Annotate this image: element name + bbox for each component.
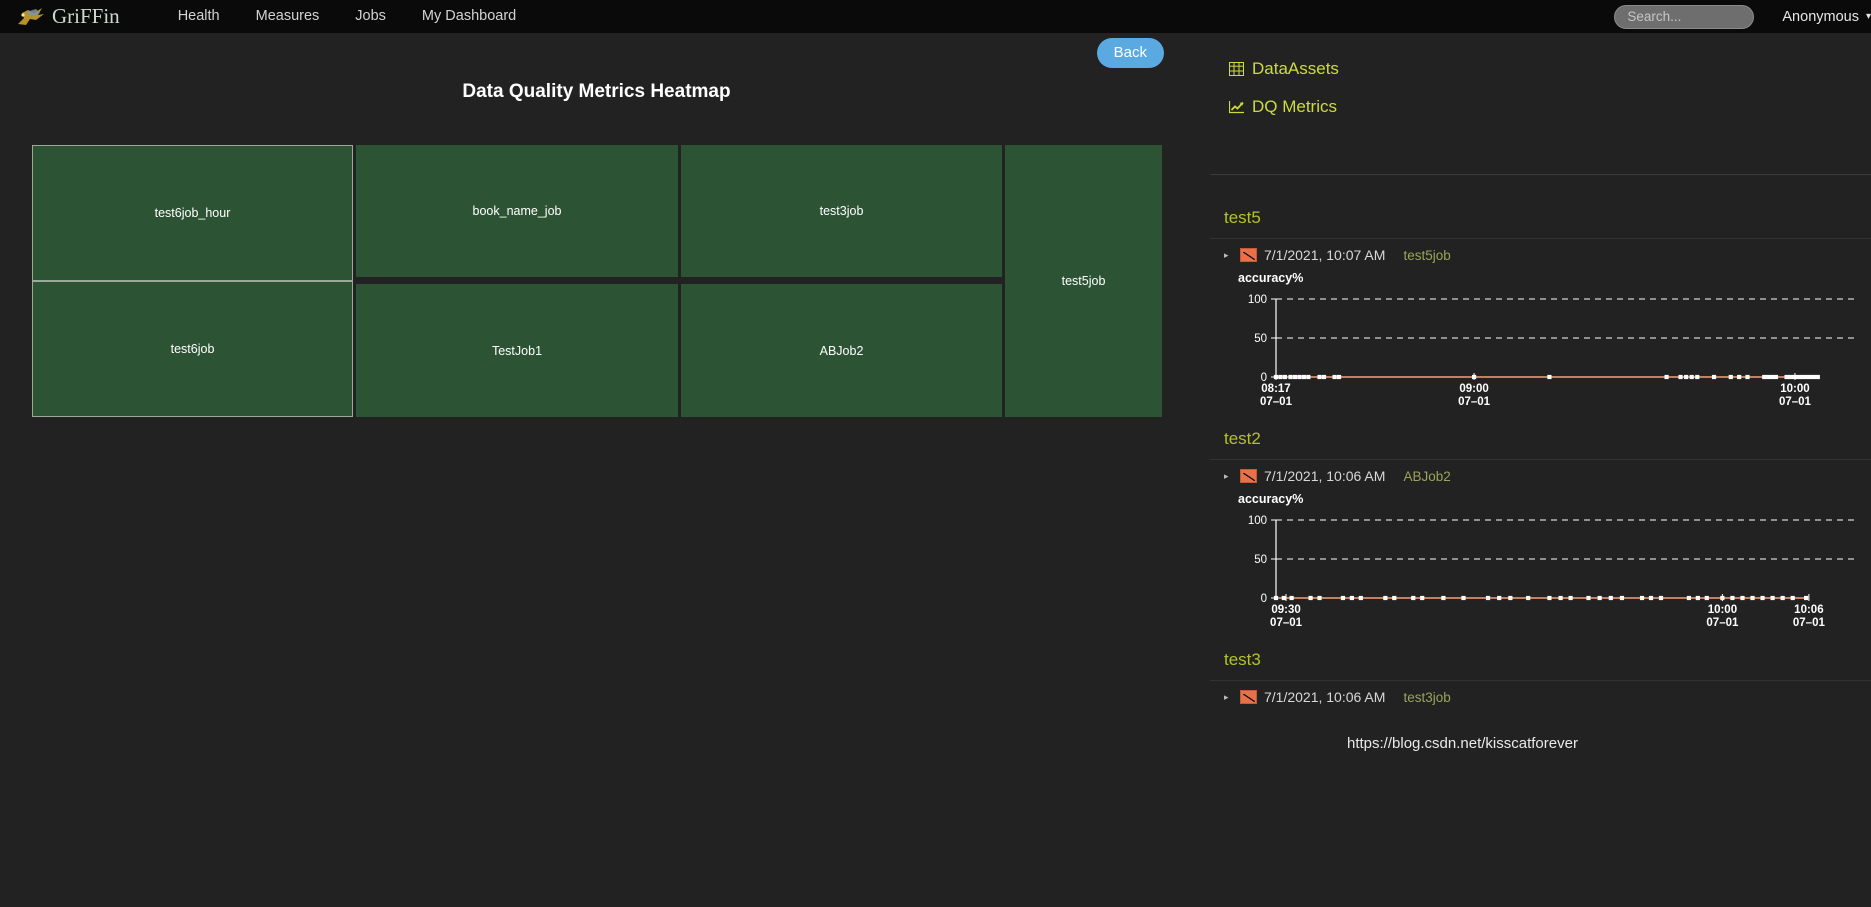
heatmap-tile[interactable]: ABJob2 <box>681 284 1002 417</box>
metric-job-name: ABJob2 <box>1403 468 1451 484</box>
svg-text:07–01: 07–01 <box>1260 396 1293 408</box>
metric-timestamp: 7/1/2021, 10:07 AM <box>1264 247 1386 263</box>
sidebar-item-label: DataAssets <box>1252 59 1339 78</box>
metric-timestamp: 7/1/2021, 10:06 AM <box>1264 468 1386 484</box>
table-grid-icon <box>1228 61 1245 78</box>
heatmap-tile-label: book_name_job <box>472 204 562 218</box>
search-input[interactable] <box>1614 4 1755 29</box>
chart-thumb-icon <box>1240 248 1257 262</box>
navbar-right: Anonymous ▾ <box>1614 0 1871 33</box>
metric-entry-row[interactable]: ▸ 7/1/2021, 10:06 AM test3job <box>1210 681 1871 709</box>
heatmap-tile-label: ABJob2 <box>819 343 864 358</box>
svg-text:07–01: 07–01 <box>1458 396 1491 408</box>
sidebar-item-dq-metrics[interactable]: DQ Metrics <box>1210 97 1871 117</box>
metric-entry-row[interactable]: ▸ 7/1/2021, 10:07 AM test5job <box>1210 239 1871 267</box>
svg-text:07–01: 07–01 <box>1270 617 1303 629</box>
accuracy-line-chart[interactable]: 0 50 100 09:30 07–01 10:00 07–01 10:06 07–01 <box>1216 506 1856 638</box>
user-menu[interactable]: Anonymous ▾ <box>1782 9 1871 25</box>
brand-logo-link[interactable]: GriFFin <box>14 0 120 33</box>
chevron-down-icon: ▾ <box>1865 11 1871 22</box>
back-button[interactable]: Back <box>1096 38 1164 68</box>
svg-text:10:00: 10:00 <box>1708 604 1737 616</box>
metric-entry-row[interactable]: ▸ 7/1/2021, 10:06 AM ABJob2 <box>1210 460 1871 488</box>
chart-y-axis-title: accuracy% <box>1238 492 1304 506</box>
sidebar-scrollbar[interactable] <box>1867 196 1871 907</box>
heatmap-tile-label: test6job <box>170 342 215 356</box>
heatmap-tile[interactable]: test5job <box>1005 145 1162 417</box>
brand-name: GriFFin <box>52 4 120 28</box>
accuracy-line-chart[interactable]: 0 50 100 08:17 07–01 09:00 07–01 10:00 07–01 <box>1216 285 1856 417</box>
griffin-logo-icon <box>14 4 50 30</box>
metric-group: test5 ▸ 7/1/2021, 10:07 AM test5job accuracy… <box>1210 196 1871 417</box>
right-sidebar: DataAssets DQ Metrics test5 ▸ 7/1/2021, 10… <box>1210 33 1871 907</box>
svg-text:100: 100 <box>1248 294 1267 306</box>
svg-text:09:30: 09:30 <box>1271 604 1300 616</box>
svg-text:10:00: 10:00 <box>1780 383 1809 395</box>
svg-text:09:00: 09:00 <box>1459 383 1488 395</box>
heatmap-tile[interactable]: book_name_job <box>356 145 678 277</box>
metric-job-name: test5job <box>1403 247 1451 263</box>
metric-timestamp: 7/1/2021, 10:06 AM <box>1264 689 1386 705</box>
metric-group: test2 ▸ 7/1/2021, 10:06 AM ABJob2 accuracy% 0… <box>1210 417 1871 638</box>
svg-text:100: 100 <box>1248 515 1267 527</box>
svg-text:50: 50 <box>1254 554 1267 566</box>
sidebar-item-label: DQ Metrics <box>1252 97 1337 116</box>
line-chart-icon <box>1228 99 1245 116</box>
nav-link-health[interactable]: Health <box>160 0 238 33</box>
heatmap-tile-label: test3job <box>819 204 864 218</box>
page-title: Data Quality Metrics Heatmap <box>462 81 731 102</box>
nav-links: Health Measures Jobs My Dashboard <box>160 0 535 33</box>
svg-text:07–01: 07–01 <box>1793 617 1826 629</box>
nav-link-my-dashboard[interactable]: My Dashboard <box>404 0 534 33</box>
heatmap-tile-label: test6job_hour <box>154 206 231 220</box>
svg-text:07–01: 07–01 <box>1779 396 1812 408</box>
heatmap-tile[interactable]: test6job_hour <box>32 145 353 281</box>
svg-text:50: 50 <box>1254 333 1267 345</box>
expander-triangle-icon[interactable]: ▸ <box>1224 471 1236 482</box>
metric-job-name: test3job <box>1403 689 1451 705</box>
metric-group: test3 ▸ 7/1/2021, 10:06 AM test3job <box>1210 638 1871 709</box>
heatmap-treemap: test6job_hour test6job book_name_job TestJo… <box>32 145 1162 417</box>
chart-thumb-icon <box>1240 690 1257 704</box>
sidebar-item-dataassets[interactable]: DataAssets <box>1210 59 1871 79</box>
top-navbar: GriFFin Health Measures Jobs My Dashboar… <box>0 0 1871 33</box>
dq-metrics-list[interactable]: test5 ▸ 7/1/2021, 10:07 AM test5job accuracy… <box>1210 196 1871 907</box>
sidebar-nav: DataAssets DQ Metrics <box>1210 33 1871 175</box>
heatmap-tile[interactable]: test6job <box>32 281 353 417</box>
expander-triangle-icon[interactable]: ▸ <box>1224 250 1236 261</box>
svg-text:10:06: 10:06 <box>1794 604 1823 616</box>
chart-y-axis-title: accuracy% <box>1238 271 1304 285</box>
metric-group-title: test2 <box>1210 417 1871 460</box>
heatmap-tile[interactable]: TestJob1 <box>356 284 678 417</box>
heatmap-tile[interactable]: test3job <box>681 145 1002 277</box>
user-name-label: Anonymous <box>1782 8 1859 25</box>
chart-thumb-icon <box>1240 469 1257 483</box>
metric-group-title: test3 <box>1210 638 1871 681</box>
svg-text:07–01: 07–01 <box>1706 617 1739 629</box>
svg-text:08:17: 08:17 <box>1261 383 1290 395</box>
nav-link-jobs[interactable]: Jobs <box>337 0 404 33</box>
heatmap-tile-label: TestJob1 <box>491 343 543 358</box>
main-content: Back Data Quality Metrics Heatmap test6j… <box>0 33 1210 907</box>
heatmap-tile-label: test5job <box>1061 274 1106 288</box>
nav-link-measures[interactable]: Measures <box>238 0 338 33</box>
metric-group-title: test5 <box>1210 196 1871 239</box>
expander-triangle-icon[interactable]: ▸ <box>1224 692 1236 703</box>
svg-text:0: 0 <box>1261 593 1267 605</box>
